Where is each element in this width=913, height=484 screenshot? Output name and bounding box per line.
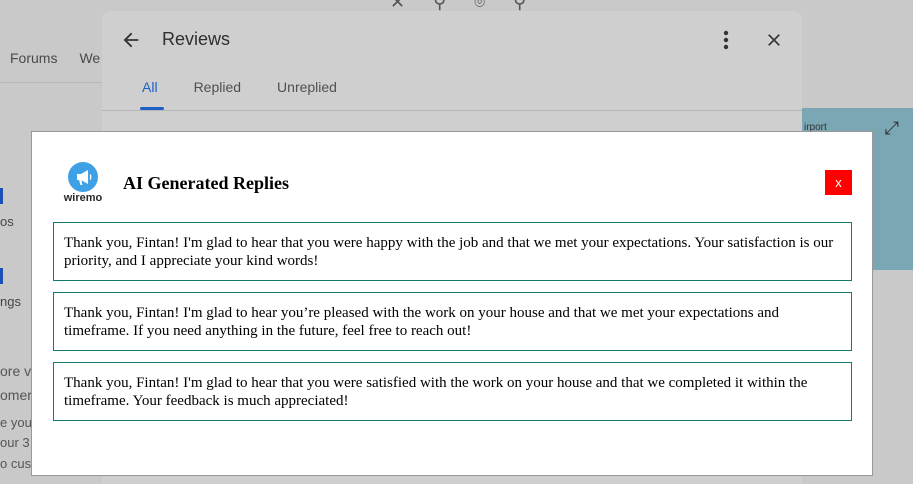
close-icon[interactable] [764, 29, 784, 51]
page-title: Reviews [162, 29, 231, 49]
header-divider [102, 110, 802, 111]
background-text: ore v [0, 363, 32, 379]
reply-suggestion[interactable]: Thank you, Fintan! I'm glad to hear you’… [53, 292, 852, 351]
logo-text: wiremo [63, 192, 103, 204]
tab-bar: All Replied Unreplied [102, 79, 373, 95]
background-divider [0, 82, 110, 83]
side-item-label: ngs [0, 294, 21, 309]
tab-replied[interactable]: Replied [194, 79, 241, 95]
nav-item-partial[interactable]: We [79, 50, 100, 66]
side-item-label: os [0, 214, 14, 229]
megaphone-icon [68, 162, 98, 192]
close-modal-button[interactable]: x [825, 170, 852, 195]
background-text: omer [0, 387, 32, 403]
reviews-header: Reviews All Replied Unreplied [102, 11, 802, 111]
background-text: e you [0, 415, 32, 430]
ai-replies-modal: wiremo AI Generated Replies x Thank you,… [31, 131, 873, 476]
reply-suggestion[interactable]: Thank you, Fintan! I'm glad to hear that… [53, 362, 852, 421]
background-text: o cus [0, 456, 32, 471]
nav-item-forums[interactable]: Forums [10, 50, 57, 66]
tab-unreplied[interactable]: Unreplied [277, 79, 337, 95]
modal-title: AI Generated Replies [123, 173, 289, 193]
reply-suggestion[interactable]: Thank you, Fintan! I'm glad to hear that… [53, 222, 852, 281]
tab-all[interactable]: All [142, 79, 158, 95]
more-vert-icon[interactable] [716, 29, 736, 51]
expand-icon[interactable]: ⤢ [885, 118, 899, 139]
background-nav: Forums We [10, 50, 100, 66]
background-text: our 3 [0, 435, 30, 450]
side-marker [0, 188, 3, 204]
back-arrow-icon[interactable] [120, 29, 142, 51]
side-marker [0, 268, 3, 284]
reply-list: Thank you, Fintan! I'm glad to hear that… [53, 222, 852, 432]
wiremo-logo: wiremo [61, 162, 105, 206]
